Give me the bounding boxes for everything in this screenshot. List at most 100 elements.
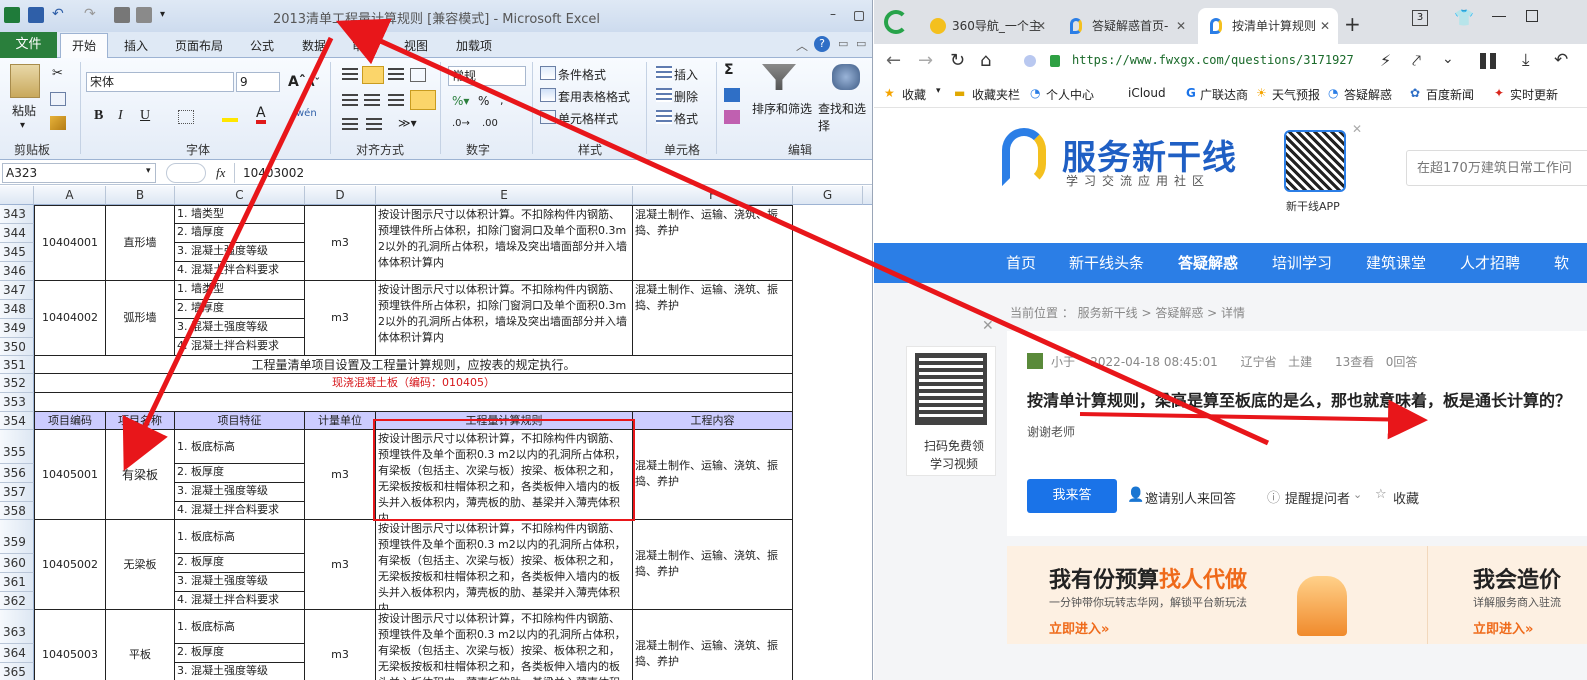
border-icon[interactable] — [178, 110, 194, 124]
cell-feature[interactable]: 3. 混凝土强度等级 — [175, 573, 305, 592]
tab-file[interactable]: 文件 — [0, 32, 57, 58]
align-bottom-icon[interactable] — [388, 68, 404, 82]
nav-item-software[interactable]: 软 — [1554, 252, 1569, 273]
nav-item-headlines[interactable]: 新干线头条 — [1069, 252, 1144, 273]
help-icon[interactable]: ? — [814, 36, 830, 52]
row-header[interactable]: 358 — [0, 502, 34, 520]
cell-unit[interactable]: m3 — [305, 205, 376, 281]
insert-cells-button[interactable]: 插入 — [674, 66, 698, 83]
header-work-content[interactable]: 工程内容 — [633, 412, 793, 430]
column-header-d[interactable]: D — [305, 186, 376, 205]
cell-empty-row[interactable] — [34, 393, 793, 412]
ribbon-collapse-icon[interactable]: ︿ — [796, 37, 808, 54]
paste-button[interactable]: 粘贴 — [12, 102, 36, 119]
lightning-icon[interactable]: ⚡ — [1380, 51, 1391, 70]
select-all-corner[interactable] — [0, 186, 34, 205]
wrap-text-icon[interactable] — [410, 68, 426, 82]
nav-item-home[interactable]: 首页 — [1006, 252, 1036, 273]
cell-calc-rule[interactable]: 按设计图示尺寸以体积计算。不扣除构件内钢筋、预埋铁件所占体积，扣除门窗洞口及单个… — [376, 281, 633, 356]
cell-item-name[interactable]: 弧形墙 — [106, 281, 175, 356]
tab-review[interactable]: 审阅 — [352, 37, 376, 54]
fill-icon[interactable] — [724, 88, 740, 102]
name-box-dropdown-icon[interactable]: ▾ — [146, 166, 151, 176]
sort-filter-button[interactable]: 排序和筛选 — [752, 100, 812, 117]
cell-work-content[interactable]: 混凝土制作、运输、浇筑、振捣、养护 — [633, 430, 793, 520]
site-info-icon[interactable] — [1024, 55, 1036, 67]
row-header[interactable]: 357 — [0, 483, 34, 502]
row-header[interactable]: 351 — [0, 356, 34, 374]
cell-calc-rule[interactable]: 按设计图示尺寸以体积计算。不扣除构件内钢筋、预埋铁件所占体积，扣除门窗洞口及单个… — [376, 205, 633, 281]
sort-filter-icon[interactable] — [762, 64, 796, 90]
cell-feature[interactable]: 1. 板底标高 — [175, 610, 305, 644]
phonetic-icon[interactable]: wén — [296, 108, 317, 119]
reload-icon[interactable]: ↻ — [950, 50, 965, 71]
tab-insert[interactable]: 插入 — [124, 37, 148, 54]
column-header-e[interactable]: E — [376, 186, 633, 205]
row-header[interactable]: 356 — [0, 464, 34, 483]
underline-button[interactable]: U — [140, 108, 150, 124]
tab-close-icon[interactable]: ✕ — [1320, 8, 1330, 44]
banner2-title[interactable]: 我会造价 — [1473, 562, 1561, 594]
tab-home[interactable]: 开始 — [60, 33, 108, 59]
header-unit[interactable]: 计量单位 — [305, 412, 376, 430]
name-box[interactable]: A323 — [2, 163, 156, 183]
window-maximize-icon[interactable] — [1526, 10, 1538, 22]
nav-item-qa[interactable]: 答疑解惑 — [1178, 252, 1238, 273]
browser-tab[interactable]: 答疑解惑首页- ✕ — [1058, 8, 1194, 44]
cell-calc-rule[interactable]: 按设计图示尺寸以体积计算，不扣除构件内钢筋、预埋铁件及单个面积0.3 m2以内的… — [376, 610, 633, 680]
number-format-select[interactable]: 常规 — [448, 66, 526, 86]
favorites-star-icon[interactable]: ★ — [884, 86, 895, 100]
row-header[interactable]: 361 — [0, 573, 34, 592]
currency-icon[interactable]: %▾ — [452, 94, 469, 108]
cell-item-name[interactable]: 直形墙 — [106, 205, 175, 281]
header-feature[interactable]: 项目特征 — [175, 412, 305, 430]
formula-input[interactable]: 10403002 — [234, 163, 870, 183]
cell-feature[interactable]: 2. 板厚度 — [175, 464, 305, 483]
cell-work-content[interactable]: 混凝土制作、运输、浇筑、振捣、养护 — [633, 520, 793, 610]
row-header[interactable]: 347 — [0, 281, 34, 300]
delete-cells-icon[interactable] — [656, 88, 672, 102]
cell-item-name[interactable]: 平板 — [106, 610, 175, 680]
column-header-c[interactable]: C — [175, 186, 305, 205]
share-icon[interactable]: ⤤ — [1412, 51, 1421, 71]
font-name-select[interactable]: 宋体 — [86, 72, 234, 92]
column-header-b[interactable]: B — [106, 186, 175, 205]
formula-bar-resize-handle[interactable] — [166, 163, 206, 183]
column-header-a[interactable]: A — [34, 186, 106, 205]
find-select-button[interactable]: 查找和选择 — [818, 100, 872, 134]
italic-button[interactable]: I — [118, 108, 123, 124]
tab-page-layout[interactable]: 页面布局 — [175, 37, 223, 54]
cell-feature[interactable]: 4. 混凝土拌合料要求 — [175, 338, 305, 356]
window-min-icon[interactable]: ▭ — [838, 37, 848, 50]
nav-item-training[interactable]: 培训学习 — [1272, 252, 1332, 273]
favorites-item[interactable]: iCloud — [1128, 86, 1166, 100]
cell-feature[interactable]: 2. 墙厚度 — [175, 224, 305, 243]
row-header[interactable]: 349 — [0, 319, 34, 338]
author-name[interactable]: 小于 — [1051, 355, 1075, 369]
row-header[interactable]: 350 — [0, 338, 34, 356]
decrease-indent-icon[interactable] — [342, 118, 358, 132]
cell-item-code[interactable]: 10404002 — [34, 281, 106, 356]
site-logo-icon[interactable] — [1002, 128, 1046, 186]
increase-indent-icon[interactable] — [366, 118, 382, 132]
cell-feature[interactable]: 2. 板厚度 — [175, 644, 305, 663]
conditional-format-icon[interactable] — [540, 66, 556, 80]
cell-item-code[interactable]: 10404001 — [34, 205, 106, 281]
new-tab-icon[interactable]: + — [1344, 12, 1361, 36]
minimize-icon[interactable]: – — [830, 7, 846, 23]
cell-feature[interactable]: 4. 混凝土拌合料要求 — [175, 592, 305, 610]
remind-dropdown-icon[interactable]: ⌄ — [1353, 488, 1362, 501]
cell-item-name[interactable]: 无梁板 — [106, 520, 175, 610]
360-browser-logo-icon[interactable] — [884, 10, 908, 34]
favorites-item[interactable]: 收藏夹栏 — [972, 86, 1020, 103]
row-header[interactable]: 354 — [0, 412, 34, 430]
column-header-f[interactable]: F — [633, 186, 793, 205]
favorites-item[interactable]: 收藏 — [902, 86, 926, 103]
tab-close-icon[interactable]: ✕ — [1176, 8, 1186, 44]
format-cells-icon[interactable] — [656, 110, 672, 124]
cell-style-button[interactable]: 单元格样式 — [558, 110, 618, 127]
browser-tab[interactable]: 360导航_一个主 ✕ — [918, 8, 1054, 44]
cell-feature[interactable]: 1. 板底标高 — [175, 520, 305, 554]
nav-item-jobs[interactable]: 人才招聘 — [1460, 252, 1520, 273]
row-header[interactable]: 345 — [0, 243, 34, 262]
